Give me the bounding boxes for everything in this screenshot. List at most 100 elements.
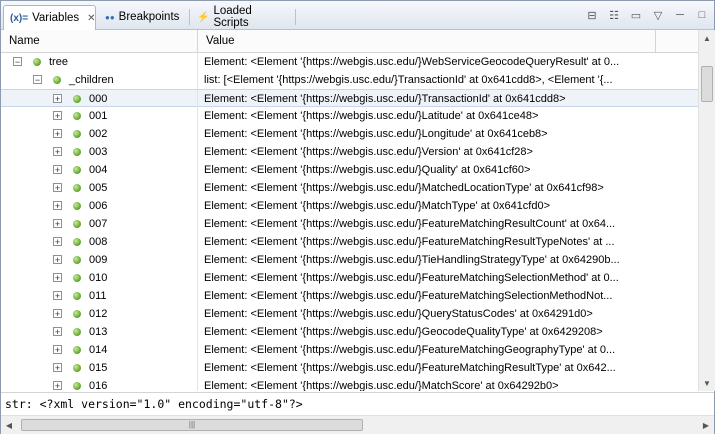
name-cell: +009: [1, 251, 198, 269]
table-row[interactable]: +005 Element: <Element '{https://webgis.u…: [1, 179, 698, 197]
table-row[interactable]: +012 Element: <Element '{https://webgis.u…: [1, 305, 698, 323]
expand-icon[interactable]: +: [53, 309, 62, 319]
tab-breakpoints-label: Breakpoints: [118, 11, 180, 23]
tab-loaded-scripts-label: Loaded Scripts: [213, 5, 252, 29]
variable-value: Element: <Element '{https://webgis.usc.e…: [204, 93, 566, 105]
expand-icon[interactable]: +: [53, 381, 62, 391]
minimize-icon[interactable]: ─: [672, 7, 688, 23]
table-row[interactable]: +007 Element: <Element '{https://webgis.u…: [1, 215, 698, 233]
table-row[interactable]: +015 Element: <Element '{https://webgis.u…: [1, 359, 698, 377]
table-row[interactable]: +009 Element: <Element '{https://webgis.u…: [1, 251, 698, 269]
name-cell: +011: [1, 287, 198, 305]
name-cell: +010: [1, 269, 198, 287]
variable-name: 007: [89, 218, 108, 230]
variable-icon: [73, 112, 81, 120]
loaded-scripts-icon: ⚡: [197, 11, 210, 23]
table-row[interactable]: +004 Element: <Element '{https://webgis.u…: [1, 161, 698, 179]
expand-icon[interactable]: +: [53, 129, 62, 139]
view-toolbar: ⊟ ☷ ▭ ▽ ─ □: [584, 7, 710, 23]
tab-loaded-scripts[interactable]: ⚡ Loaded Scripts: [191, 5, 295, 29]
column-header-value[interactable]: Value: [198, 30, 656, 52]
tab-variables[interactable]: (x)= Variables ✕: [3, 5, 96, 30]
table-row[interactable]: − _children list: [<Element '{https://webg…: [1, 71, 698, 89]
variables-view: (x)= Variables ✕ ●● Breakpoints ⚡ Loaded…: [0, 0, 715, 434]
variable-name: 015: [89, 362, 108, 374]
table-row[interactable]: +006 Element: <Element '{https://webgis.u…: [1, 197, 698, 215]
variable-icon: [73, 202, 81, 210]
variable-value: Element: <Element '{https://webgis.usc.e…: [204, 272, 619, 284]
table-row[interactable]: +003 Element: <Element '{https://webgis.u…: [1, 143, 698, 161]
scroll-up-icon[interactable]: ▲: [699, 30, 715, 46]
expand-icon[interactable]: +: [53, 165, 62, 175]
view-tab-bar: (x)= Variables ✕ ●● Breakpoints ⚡ Loaded…: [1, 1, 714, 30]
expand-icon[interactable]: +: [53, 327, 62, 337]
close-icon[interactable]: ✕: [87, 13, 95, 24]
view-menu-icon[interactable]: ▽: [650, 7, 666, 23]
table-row[interactable]: +001 Element: <Element '{https://webgis.u…: [1, 107, 698, 125]
table-row[interactable]: +002 Element: <Element '{https://webgis.u…: [1, 125, 698, 143]
detail-pane[interactable]: str: <?xml version="1.0" encoding="utf-8…: [1, 392, 714, 414]
table-row[interactable]: +011 Element: <Element '{https://webgis.u…: [1, 287, 698, 305]
horizontal-scrollbar[interactable]: ◀ ||| ▶: [1, 415, 714, 434]
collapse-icon[interactable]: −: [13, 57, 22, 67]
variable-icon: [73, 148, 81, 156]
expand-icon[interactable]: +: [53, 201, 62, 211]
horizontal-scroll-thumb[interactable]: |||: [21, 419, 363, 431]
expand-icon[interactable]: +: [53, 363, 62, 373]
variable-icon: [73, 130, 81, 138]
expand-icon[interactable]: +: [53, 94, 62, 104]
variable-icon: [73, 310, 81, 318]
maximize-icon[interactable]: □: [694, 7, 710, 23]
variable-name: 008: [89, 236, 108, 248]
expand-icon[interactable]: +: [53, 345, 62, 355]
name-cell: +003: [1, 143, 198, 161]
table-row[interactable]: − tree Element: <Element '{https://webgis.…: [1, 53, 698, 71]
variable-value: Element: <Element '{https://webgis.usc.e…: [204, 110, 539, 122]
expand-icon[interactable]: +: [53, 219, 62, 229]
name-cell: +000: [1, 90, 198, 108]
variable-icon: [73, 256, 81, 264]
expand-icon[interactable]: +: [53, 183, 62, 193]
variable-icon: [73, 166, 81, 174]
expand-icon[interactable]: +: [53, 111, 62, 121]
variable-name: 009: [89, 254, 108, 266]
vertical-scrollbar[interactable]: ▲ ▼: [698, 30, 715, 391]
name-cell: +014: [1, 341, 198, 359]
expand-icon[interactable]: +: [53, 255, 62, 265]
expand-icon[interactable]: +: [53, 147, 62, 157]
variable-value: Element: <Element '{https://webgis.usc.e…: [204, 218, 616, 230]
scroll-left-icon[interactable]: ◀: [1, 416, 17, 434]
variable-value: Element: <Element '{https://webgis.usc.e…: [204, 200, 551, 212]
table-row[interactable]: +008 Element: <Element '{https://webgis.u…: [1, 233, 698, 251]
variable-name: 002: [89, 128, 108, 140]
name-cell: − _children: [1, 71, 198, 89]
expand-icon[interactable]: +: [53, 291, 62, 301]
scroll-right-icon[interactable]: ▶: [698, 416, 714, 434]
table-row[interactable]: +000 Element: <Element '{https://webgis.u…: [1, 89, 698, 108]
vertical-scroll-thumb[interactable]: [701, 66, 713, 102]
show-type-names-icon[interactable]: ☷: [606, 7, 622, 23]
variable-value: Element: <Element '{https://webgis.usc.e…: [204, 146, 533, 158]
variable-value: Element: <Element '{https://webgis.usc.e…: [204, 182, 604, 194]
variable-value: Element: <Element '{https://webgis.usc.e…: [204, 254, 620, 266]
table-row[interactable]: +010 Element: <Element '{https://webgis.u…: [1, 269, 698, 287]
collapse-icon[interactable]: −: [33, 75, 42, 85]
variable-icon: [73, 184, 81, 192]
variable-value: Element: <Element '{https://webgis.usc.e…: [204, 290, 613, 302]
variable-name: 013: [89, 326, 108, 338]
variable-icon: [73, 274, 81, 282]
scroll-down-icon[interactable]: ▼: [699, 375, 715, 391]
tab-breakpoints[interactable]: ●● Breakpoints: [99, 5, 189, 29]
expand-icon[interactable]: +: [53, 273, 62, 283]
tree-rows: − tree Element: <Element '{https://webgis.…: [1, 53, 698, 391]
layout-icon[interactable]: ▭: [628, 7, 644, 23]
expand-icon[interactable]: +: [53, 237, 62, 247]
table-row[interactable]: +016 Element: <Element '{https://webgis.u…: [1, 377, 698, 391]
table-row[interactable]: +014 Element: <Element '{https://webgis.u…: [1, 341, 698, 359]
column-header-name[interactable]: Name: [1, 30, 198, 52]
name-cell: +012: [1, 305, 198, 323]
breakpoints-icon: ●●: [105, 12, 115, 22]
collapse-all-icon[interactable]: ⊟: [584, 7, 600, 23]
table-row[interactable]: +013 Element: <Element '{https://webgis.u…: [1, 323, 698, 341]
variable-value: Element: <Element '{https://webgis.usc.e…: [204, 326, 603, 338]
